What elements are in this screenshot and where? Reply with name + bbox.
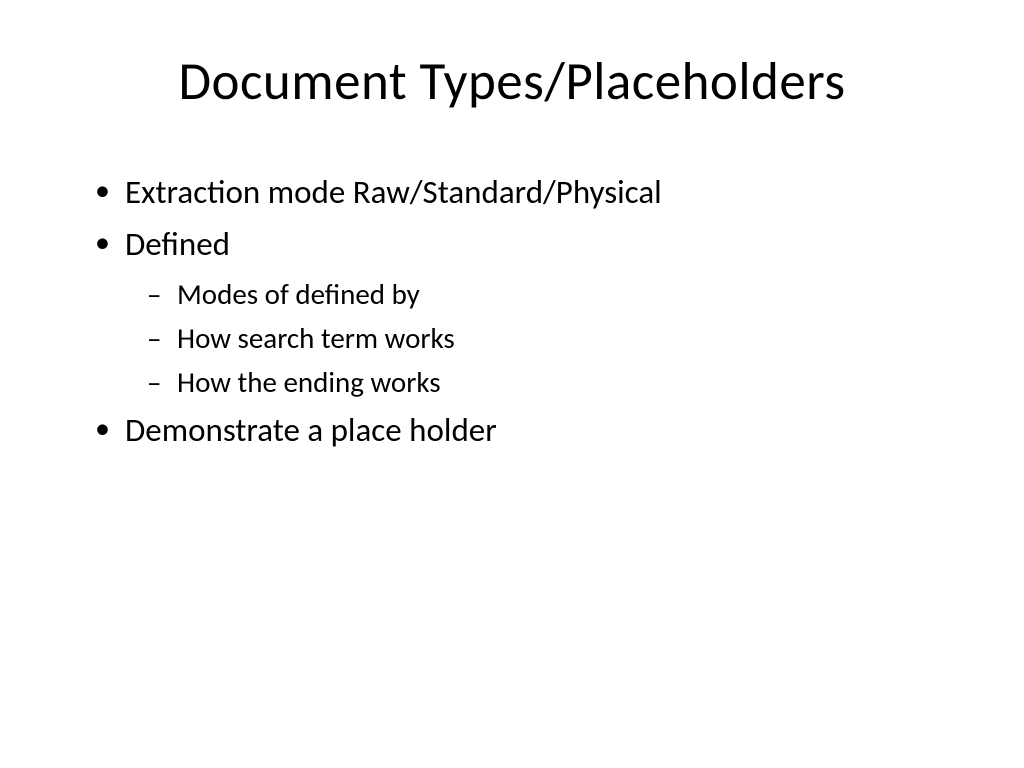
list-item: How the ending works bbox=[147, 361, 954, 403]
slide-content: Extraction mode Raw/Standard/Physical De… bbox=[70, 169, 954, 455]
bullet-text: Modes of defined by bbox=[177, 276, 420, 312]
list-item: Demonstrate a place holder bbox=[95, 407, 954, 455]
list-item: How search term works bbox=[147, 317, 954, 359]
bullet-text: Defined bbox=[125, 224, 230, 264]
bullet-text: Extraction mode Raw/Standard/Physical bbox=[125, 172, 662, 212]
slide-title: Document Types/Placeholders bbox=[70, 50, 954, 114]
slide-container: Document Types/Placeholders Extraction m… bbox=[0, 0, 1024, 768]
sub-bullet-list: Modes of defined by How search term work… bbox=[147, 273, 954, 403]
bullet-text: How the ending works bbox=[177, 364, 441, 400]
list-item: Extraction mode Raw/Standard/Physical bbox=[95, 169, 954, 217]
bullet-text: Demonstrate a place holder bbox=[125, 410, 497, 450]
list-item: Defined Modes of defined by How search t… bbox=[95, 221, 954, 403]
bullet-text: How search term works bbox=[177, 320, 455, 356]
list-item: Modes of defined by bbox=[147, 273, 954, 315]
bullet-list: Extraction mode Raw/Standard/Physical De… bbox=[95, 169, 954, 455]
